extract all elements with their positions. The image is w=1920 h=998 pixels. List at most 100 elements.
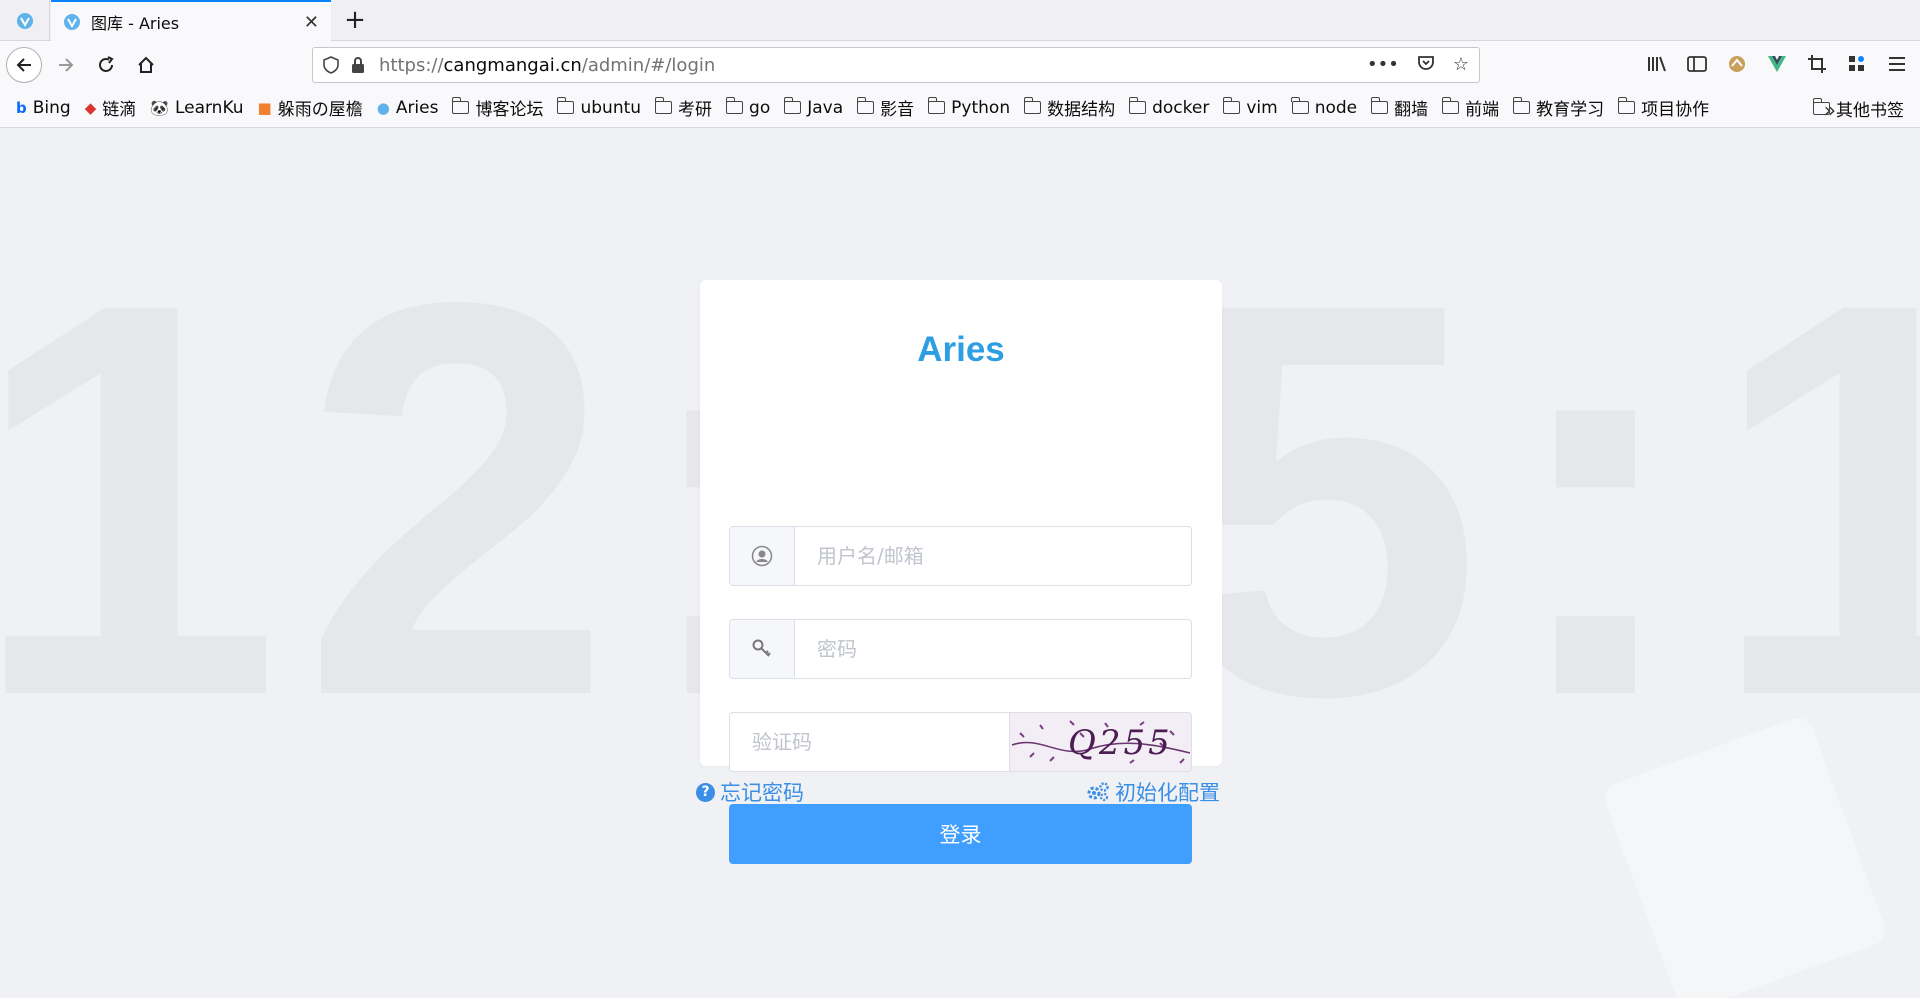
folder-icon <box>927 97 946 114</box>
screenshot-crop-icon[interactable] <box>1804 49 1830 79</box>
bookmark-folder[interactable]: 博客论坛 <box>451 95 544 120</box>
library-icon[interactable] <box>1644 49 1670 79</box>
bookmark-aries[interactable]: ● Aries <box>377 98 439 118</box>
bookmark-folder[interactable]: Java <box>783 97 844 118</box>
extension-icon[interactable] <box>1724 49 1750 79</box>
bookmark-folder[interactable]: 教育学习 <box>1512 95 1604 120</box>
bookmark-label: 躲雨の屋檐 <box>277 100 363 120</box>
bookmark-star-icon[interactable]: ☆ <box>1453 54 1469 77</box>
username-input[interactable] <box>795 527 1191 585</box>
folder-icon <box>451 97 470 114</box>
pinned-tab[interactable] <box>0 0 50 41</box>
bookmark-folder[interactable]: Python <box>927 97 1011 118</box>
folder-icon <box>1370 97 1389 114</box>
folder-icon <box>1812 97 1830 115</box>
sidebar-icon[interactable] <box>1684 49 1710 79</box>
folder-icon <box>556 97 575 114</box>
shield-icon <box>323 56 339 74</box>
bookmark-learnku[interactable]: 🐼 LearnKu <box>150 98 243 118</box>
bookmark-label: Python <box>951 97 1011 118</box>
username-field <box>729 526 1192 586</box>
bookmark-label: node <box>1314 97 1358 118</box>
bookmark-bing[interactable]: b Bing <box>16 98 71 118</box>
url-text[interactable]: https://cangmangai.cn/admin/#/login <box>379 55 1367 76</box>
bookmark-label: 项目协作 <box>1641 100 1710 120</box>
close-tab-icon[interactable]: ✕ <box>304 12 319 33</box>
bookmark-label: 翻墙 <box>1394 100 1429 120</box>
captcha-image[interactable]: Q255 <box>1009 713 1191 771</box>
other-bookmarks[interactable]: 其他书签 <box>1812 88 1904 128</box>
arrow-left-icon <box>16 58 31 72</box>
bookmark-folder[interactable]: 项目协作 <box>1617 95 1710 120</box>
bookmark-label: vim <box>1246 97 1278 118</box>
login-card: Aries Q255 登录 <box>700 280 1222 864</box>
bing-icon: b <box>16 98 27 117</box>
bookmark-folder[interactable]: node <box>1291 97 1358 118</box>
bookmark-label: ubuntu <box>580 97 642 118</box>
back-button[interactable] <box>6 47 42 83</box>
forward-button[interactable] <box>48 47 84 83</box>
nav-bar: https://cangmangai.cn/admin/#/login ••• … <box>0 41 1920 88</box>
more-actions-icon[interactable]: ••• <box>1367 54 1399 77</box>
arrow-right-icon <box>59 58 74 72</box>
bookmark-label: 影音 <box>880 100 915 120</box>
home-icon <box>138 56 154 73</box>
folder-icon <box>856 97 875 114</box>
bookmark-label: 前端 <box>1465 100 1500 120</box>
url-bar[interactable]: https://cangmangai.cn/admin/#/login ••• … <box>312 47 1480 83</box>
bookmark-label: 博客论坛 <box>475 100 544 120</box>
folder-icon <box>1128 97 1147 114</box>
bookmark-folder[interactable]: go <box>725 97 771 118</box>
bookmark-folder[interactable]: ubuntu <box>556 97 642 118</box>
bookmark-label: Java <box>807 97 844 118</box>
folder-icon <box>654 97 673 114</box>
login-title: Aries <box>917 330 1005 369</box>
login-page: 12:55:14 Aries Q255 登录 <box>0 129 1920 998</box>
bookmark-label: go <box>749 97 771 118</box>
bookmark-label: 考研 <box>678 100 713 120</box>
bookmark-label: 链滴 <box>102 100 137 120</box>
tab-bar: 图库 - Aries ✕ + <box>0 0 1920 42</box>
active-tab[interactable]: 图库 - Aries ✕ <box>51 0 331 42</box>
other-bookmarks-label: 其他书签 <box>1836 100 1904 121</box>
new-tab-button[interactable]: + <box>340 6 370 36</box>
pocket-icon[interactable] <box>1417 54 1435 77</box>
panda-icon: 🐼 <box>150 98 169 117</box>
folder-icon <box>1023 97 1042 114</box>
folder-icon <box>725 97 744 114</box>
bookmark-folder[interactable]: 考研 <box>654 95 713 120</box>
login-button[interactable]: 登录 <box>729 804 1192 864</box>
folder-icon <box>1617 97 1636 114</box>
captcha-field: Q255 <box>729 712 1192 772</box>
bookmark-folder[interactable]: docker <box>1128 97 1209 118</box>
bookmark-liandi[interactable]: ◆ 链滴 <box>85 95 137 121</box>
vue-icon <box>16 12 33 29</box>
captcha-code: Q255 <box>1068 723 1173 763</box>
captcha-input[interactable] <box>730 713 1009 771</box>
password-field <box>729 619 1192 679</box>
bookmark-folder[interactable]: 影音 <box>856 95 915 120</box>
tab-title: 图库 - Aries <box>91 14 180 33</box>
folder-icon <box>1222 97 1241 114</box>
folder-icon <box>1291 97 1309 114</box>
bookmark-duoyu[interactable]: ■ 躲雨の屋檐 <box>258 95 363 121</box>
init-config-link[interactable]: 初始化配置 <box>1086 777 1220 807</box>
bookmark-folder[interactable]: 数据结构 <box>1023 95 1116 120</box>
menu-icon[interactable] <box>1884 49 1910 79</box>
bookmark-folder[interactable]: vim <box>1222 97 1278 118</box>
reload-icon <box>99 56 114 72</box>
bookmark-folder[interactable]: 前端 <box>1441 95 1500 120</box>
bookmark-folder[interactable]: 翻墙 <box>1370 95 1429 120</box>
reload-button[interactable] <box>88 47 124 83</box>
password-input[interactable] <box>795 620 1191 678</box>
bookmark-label: LearnKu <box>174 97 244 118</box>
bookmark-label: Aries <box>395 97 439 118</box>
folder-icon <box>783 97 802 114</box>
vue-devtools-icon[interactable] <box>1764 49 1790 79</box>
bookmark-label: 数据结构 <box>1047 100 1116 120</box>
extensions-grid-icon[interactable] <box>1844 49 1870 79</box>
user-icon <box>730 527 795 585</box>
bookmark-label: Bing <box>32 97 71 118</box>
home-button[interactable] <box>128 47 164 83</box>
forgot-password-link[interactable]: ? 忘记密码 <box>696 777 804 807</box>
